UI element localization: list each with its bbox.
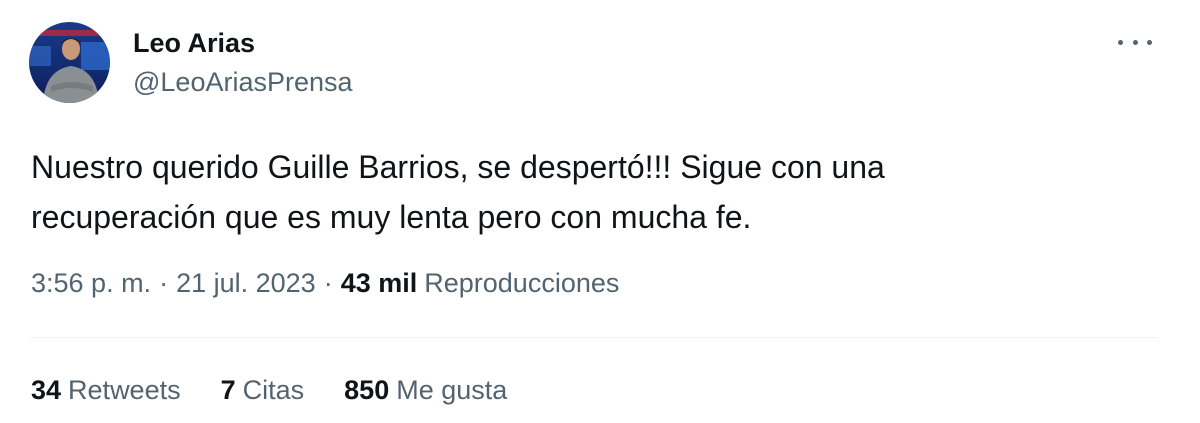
likes-count: 850: [344, 375, 390, 405]
more-dot: [1132, 39, 1138, 45]
more-dot: [1118, 39, 1123, 45]
more-dot: [1147, 39, 1152, 45]
avatar[interactable]: [29, 22, 110, 103]
tweet-card: Leo Arias @LeoAriasPrensa Nuestro querid…: [0, 0, 1200, 423]
views-count: 43 mil: [340, 268, 418, 298]
tweet-time[interactable]: 3:56 p. m.: [31, 268, 151, 299]
tweet-text-line: recuperación que es muy lenta pero con m…: [31, 199, 752, 235]
tweet-date[interactable]: 21 jul. 2023: [176, 268, 316, 299]
quotes-count: 7: [220, 375, 236, 405]
author-name[interactable]: Leo Arias: [133, 28, 255, 59]
likes-label: Me gusta: [396, 375, 508, 405]
tweet-meta: 3:56 p. m. · 21 jul. 2023 · 43 mil Repro…: [31, 268, 619, 299]
meta-separator: ·: [323, 268, 333, 298]
more-options-icon[interactable]: [1118, 28, 1152, 56]
avatar-image: [29, 22, 110, 103]
quotes-label: Citas: [242, 375, 305, 405]
retweets-count: 34: [31, 375, 62, 405]
tweet-text-line: Nuestro querido Guille Barrios, se despe…: [31, 149, 885, 185]
tweet-stats: 34 Retweets 7 Citas 850 Me gusta: [31, 375, 547, 406]
author-handle[interactable]: @LeoAriasPrensa: [133, 67, 353, 98]
divider: [30, 337, 1158, 338]
quotes-stat[interactable]: 7 Citas: [221, 375, 305, 406]
retweets-stat[interactable]: 34 Retweets: [31, 375, 181, 406]
views-label: Reproducciones: [424, 268, 620, 298]
likes-stat[interactable]: 850 Me gusta: [344, 375, 507, 406]
tweet-text: Nuestro querido Guille Barrios, se despe…: [31, 142, 1031, 242]
retweets-label: Retweets: [68, 375, 181, 405]
meta-separator: ·: [159, 268, 169, 298]
